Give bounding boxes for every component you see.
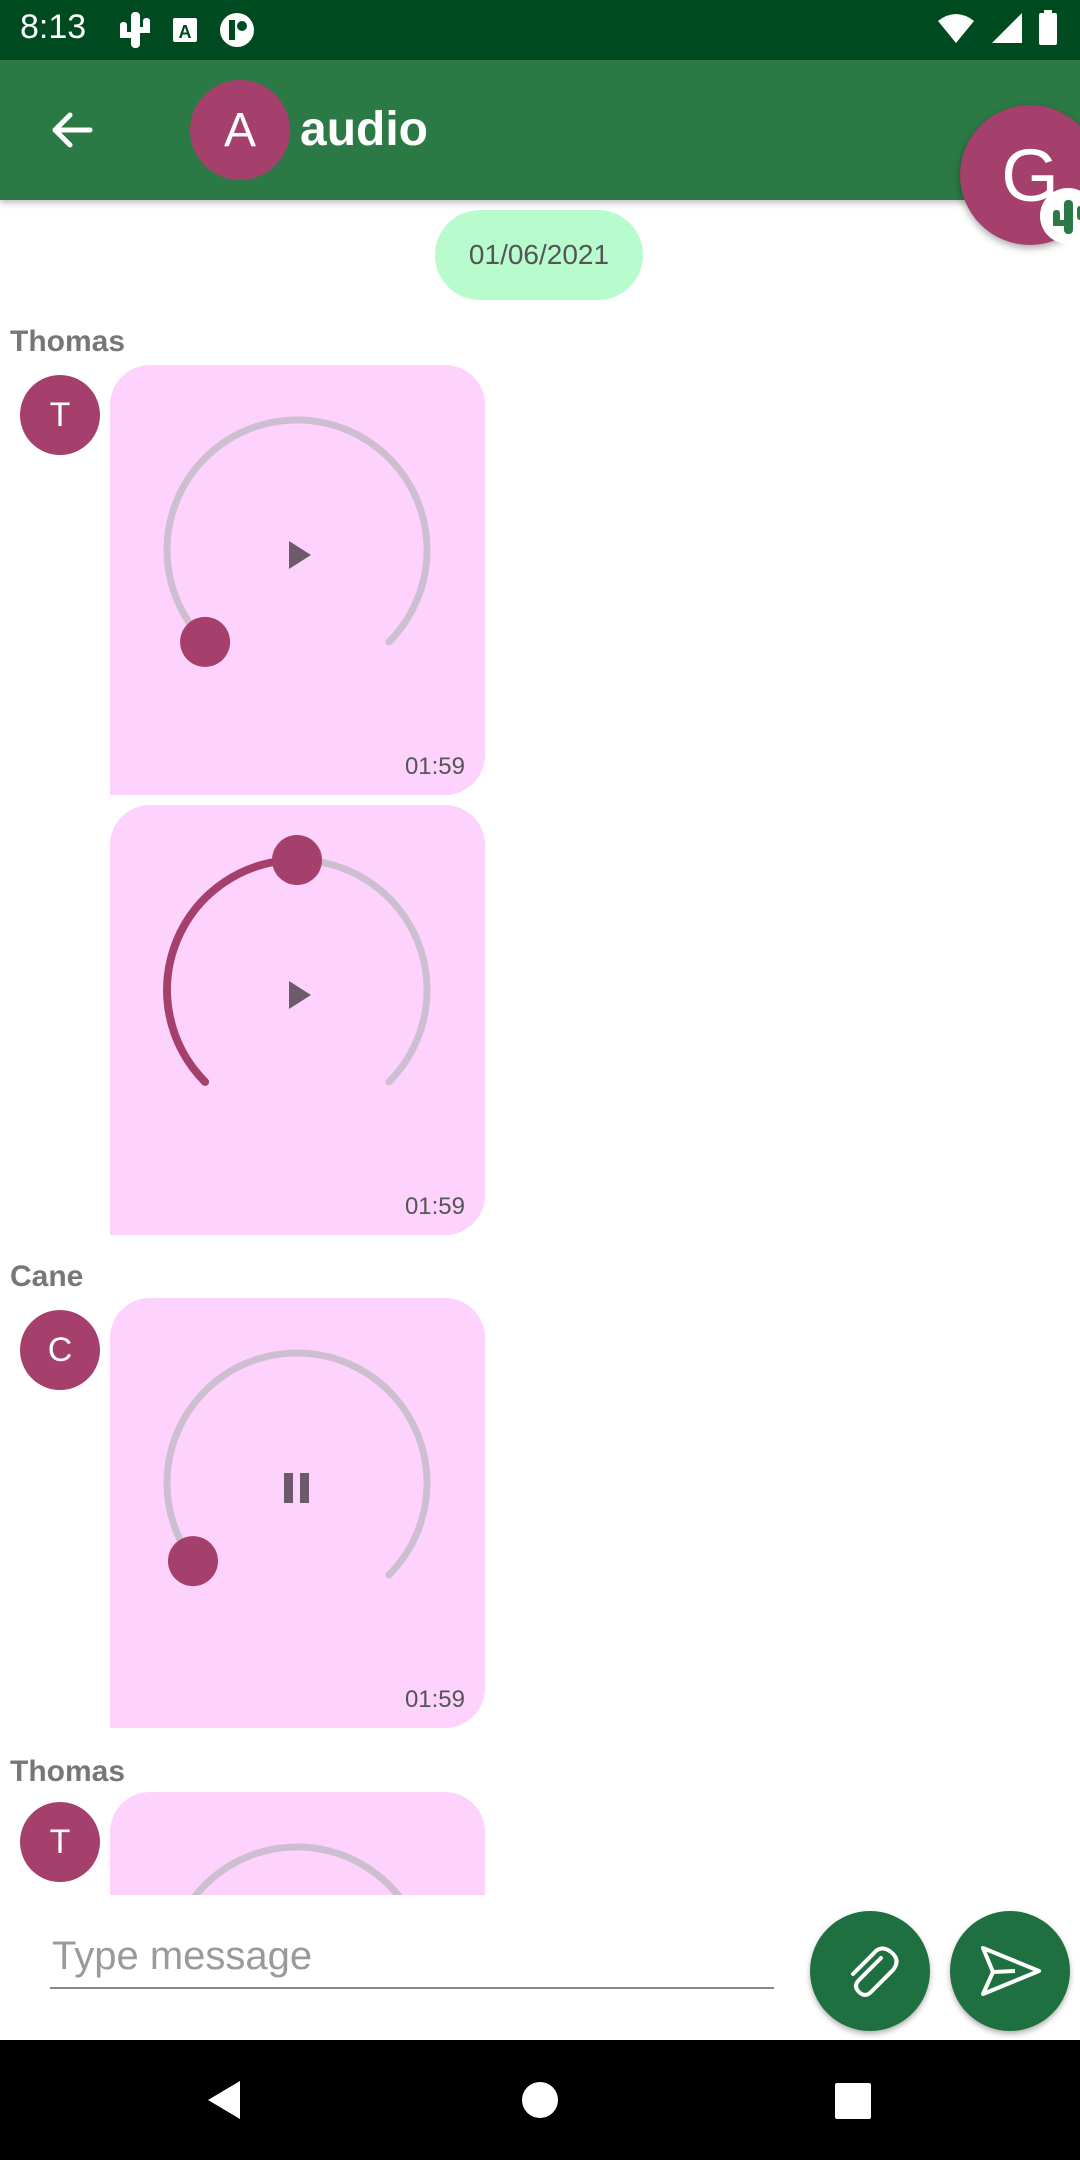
signal-icon bbox=[992, 13, 1022, 43]
chat-avatar[interactable]: A bbox=[190, 80, 290, 180]
battery-icon bbox=[1039, 10, 1057, 45]
sender-avatar[interactable]: C bbox=[20, 1310, 100, 1390]
sender-name: Cane bbox=[10, 1260, 84, 1293]
nav-home-button[interactable] bbox=[510, 2070, 570, 2130]
pause-button[interactable] bbox=[267, 1458, 327, 1518]
sender-avatar[interactable]: T bbox=[20, 375, 100, 455]
system-nav-bar bbox=[0, 2040, 1080, 2160]
send-icon bbox=[981, 1946, 1041, 1996]
back-button[interactable] bbox=[42, 100, 102, 160]
message-list[interactable]: 01/06/2021 Thomas T 01:59 01:59 Cane C 0… bbox=[0, 200, 1080, 1895]
cactus-icon bbox=[1053, 200, 1080, 234]
audio-duration: 01:59 bbox=[404, 1686, 465, 1713]
wifi-icon bbox=[938, 14, 974, 43]
nav-recents-button[interactable] bbox=[822, 2070, 882, 2130]
audio-message[interactable] bbox=[110, 1792, 485, 1895]
audio-message[interactable]: 01:59 bbox=[110, 365, 485, 795]
cactus-notification-icon bbox=[120, 12, 150, 48]
status-time: 8:13 bbox=[20, 8, 87, 46]
play-button[interactable] bbox=[267, 965, 327, 1025]
paperclip-icon bbox=[851, 1946, 899, 1997]
audio-progress-dial[interactable] bbox=[110, 1792, 485, 1895]
audio-message[interactable]: 01:59 bbox=[110, 805, 485, 1235]
dial-handle[interactable] bbox=[168, 1536, 218, 1587]
app-bar: A audio bbox=[0, 60, 1080, 200]
dial-handle[interactable] bbox=[272, 835, 322, 885]
audio-message[interactable]: 01:59 bbox=[110, 1298, 485, 1728]
sender-name: Thomas bbox=[10, 1755, 126, 1788]
date-chip: 01/06/2021 bbox=[435, 210, 643, 300]
recents-square-icon bbox=[835, 2083, 871, 2119]
app-notification-icon bbox=[220, 13, 254, 47]
play-button[interactable] bbox=[267, 525, 327, 585]
status-bar: 8:13 A bbox=[0, 0, 1080, 60]
attach-button[interactable] bbox=[810, 1911, 930, 2031]
message-input[interactable] bbox=[50, 1925, 774, 1989]
back-triangle-icon bbox=[208, 2081, 240, 2119]
sender-avatar[interactable]: T bbox=[20, 1802, 100, 1882]
font-notification-icon: A bbox=[173, 18, 197, 42]
chat-title: audio bbox=[300, 103, 428, 156]
nav-back-button[interactable] bbox=[195, 2070, 255, 2130]
arrow-left-icon bbox=[52, 112, 93, 148]
svg-text:A: A bbox=[179, 22, 192, 42]
message-composer bbox=[0, 1895, 1080, 2040]
dial-track bbox=[191, 1843, 403, 1895]
audio-duration: 01:59 bbox=[404, 753, 465, 780]
dial-handle[interactable] bbox=[180, 616, 231, 667]
play-icon bbox=[289, 541, 311, 569]
sender-name: Thomas bbox=[10, 325, 126, 358]
send-button[interactable] bbox=[950, 1911, 1070, 2031]
audio-duration: 01:59 bbox=[404, 1193, 465, 1220]
play-icon bbox=[289, 981, 311, 1009]
pause-icon bbox=[284, 1473, 309, 1503]
home-circle-icon bbox=[522, 2082, 558, 2118]
